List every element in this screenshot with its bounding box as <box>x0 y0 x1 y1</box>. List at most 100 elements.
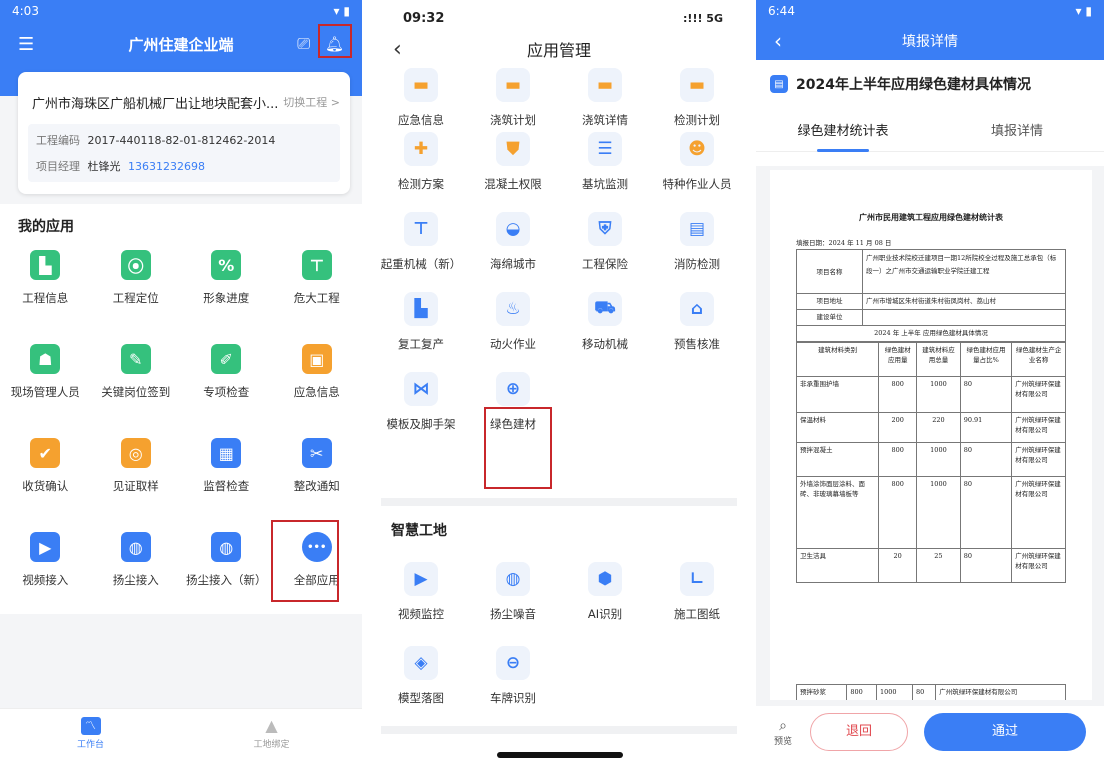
tool-icon: ✂ <box>301 438 332 468</box>
doc-cell: 预拌砂浆 <box>795 684 848 700</box>
doc-row: 外墙涂饰面层涂料、面砖、非玻璃幕墙板等 800 1000 80 广州筑绿环保建材有限公司 <box>795 476 1066 549</box>
section-title: 智慧工地 <box>391 523 447 539</box>
app-pour-plan-item[interactable]: ▬ 浇筑计划 <box>467 68 559 132</box>
video-icon: ▶ <box>30 532 61 562</box>
app-emergency-item[interactable]: ▬ 应急信息 <box>375 68 467 132</box>
page-title: 广州住建企业端 <box>128 35 234 54</box>
insurance-icon: ⛨ <box>588 212 622 246</box>
app-worker-item[interactable]: ☻ 特种作业人员 <box>651 132 743 212</box>
doc-cell: 25 <box>916 548 961 583</box>
app-video-item[interactable]: ▶ 视频监控 <box>375 562 467 646</box>
screen-report-detail: 6:44 ▾ ▮ ‹ 填报详情 ▤ 2024年上半年应用绿色建材具体情况 绿色建… <box>756 0 1104 758</box>
back-icon[interactable]: ‹ <box>774 29 782 53</box>
app-video-item[interactable]: ▶ 视频接入 <box>0 532 91 626</box>
dust-icon: ◍ <box>496 562 530 596</box>
app-scaffold-item[interactable]: ⋈ 模板及脚手架 <box>375 372 467 452</box>
app-label: 特种作业人员 <box>662 177 732 191</box>
app-dust-item[interactable]: ◍ 扬尘噪音 <box>467 562 559 646</box>
doc-last-row: 预拌砂浆 800 1000 80 广州筑绿环保建材有限公司 <box>795 684 1066 700</box>
doc-cell: 80 <box>959 548 1013 583</box>
app-test-plan-item[interactable]: ▬ 检测计划 <box>651 68 743 132</box>
app-fire-check-item[interactable]: ▤ 消防检测 <box>651 212 743 292</box>
app-shield-item[interactable]: ⛊ 混凝土权限 <box>467 132 559 212</box>
battery-icon: ▾ ▮ <box>1075 4 1092 18</box>
manager-phone[interactable]: 13631232698 <box>128 160 205 173</box>
preview-button[interactable]: ⌕ 预览 <box>756 718 810 747</box>
address-value: 广州市增城区朱村街道朱村街凤岗村、荔山村 <box>862 293 1066 310</box>
approve-button[interactable]: 通过 <box>924 713 1086 751</box>
app-progress-item[interactable]: % 形象进度 <box>181 250 272 344</box>
signal-icon: :!!! 5G <box>683 11 723 25</box>
app-staff-item[interactable]: ☗ 现场管理人员 <box>0 344 91 438</box>
app-box-item[interactable]: ▣ 应急信息 <box>272 344 363 438</box>
tab-workbench[interactable]: 〽 工作台 <box>0 709 181 758</box>
app-row: ▬ 应急信息 ▬ 浇筑计划 ▬ 浇筑详情 ▬ 检测计划 <box>375 68 743 132</box>
fire-check-icon: ▤ <box>680 212 714 246</box>
shield-icon: ⛊ <box>496 132 530 166</box>
app-scheme-item[interactable]: ✚ 检测方案 <box>375 132 467 212</box>
app-row: ▙ 工程信息 ⦿ 工程定位% 形象进度 ⊤ 危大工程 <box>0 250 362 344</box>
scheme-icon: ✚ <box>404 132 438 166</box>
document-viewer[interactable]: 广州市民用建筑工程应用绿色建材统计表 填报日期：2024 年 11 月 08 日… <box>756 166 1104 706</box>
app-checkin-item[interactable]: ✎ 关键岗位签到 <box>91 344 182 438</box>
app-map-check-item[interactable]: ▦ 监督检查 <box>181 438 272 532</box>
app-home-item[interactable]: ⌂ 预售核准 <box>651 292 743 372</box>
app-fire-item[interactable]: ♨ 动火作业 <box>467 292 559 372</box>
doc-cell: 200 <box>878 412 918 443</box>
project-card[interactable]: 广州市海珠区广船机械厂出让地块配套小... 切换工程 > 工程编码 2017-4… <box>18 72 350 194</box>
app-header: ☰ 广州住建企业端 ⎚ 🔔︎ <box>0 22 362 66</box>
tab-site-binding[interactable]: ▲ 工地绑定 <box>181 709 362 758</box>
app-crane-item[interactable]: ⊤ 危大工程 <box>272 250 363 344</box>
chart-icon: 〽 <box>80 717 101 735</box>
empty-cell <box>559 646 651 730</box>
doc-cell: 广州筑绿环保建材有限公司 <box>1011 442 1066 477</box>
tab-details[interactable]: 填报详情 <box>930 108 1104 152</box>
staff-icon: ☗ <box>30 344 61 374</box>
app-label: 专项检查 <box>203 385 250 399</box>
app-edit-item[interactable]: ✐ 专项检查 <box>181 344 272 438</box>
app-list-item[interactable]: ☰ 基坑监测 <box>559 132 651 212</box>
status-bar: 09:32 :!!! 5G <box>375 0 743 30</box>
app-label: 收货确认 <box>22 479 69 493</box>
app-tool-item[interactable]: ✂ 整改通知 <box>272 438 363 532</box>
app-plate-item[interactable]: ⊖ 车牌识别 <box>467 646 559 730</box>
doc-title: 广州市民用建筑工程应用绿色建材统计表 <box>859 212 1003 222</box>
home-indicator <box>497 752 623 758</box>
app-pour-detail-item[interactable]: ▬ 浇筑详情 <box>559 68 651 132</box>
doc-row: 卫生洁具 20 25 80 广州筑绿环保建材有限公司 <box>795 548 1066 583</box>
app-drawing-item[interactable]: ∟ 施工图纸 <box>651 562 743 646</box>
app-label: 工程定位 <box>112 291 159 305</box>
app-building-item[interactable]: ▙ 工程信息 <box>0 250 91 344</box>
app-label: 基坑监测 <box>582 177 628 191</box>
tab-details-label: 填报详情 <box>990 123 1043 139</box>
drawing-icon: ∟ <box>680 562 714 596</box>
app-model-item[interactable]: ◈ 模型落图 <box>375 646 467 730</box>
tab-statistics[interactable]: 绿色建材统计表 <box>756 108 930 152</box>
back-icon[interactable]: ‹ <box>393 37 402 62</box>
app-water-item[interactable]: ◒ 海绵城市 <box>467 212 559 292</box>
app-ai-item[interactable]: ⬢ AI识别 <box>559 562 651 646</box>
green-material-icon: ⊕ <box>496 372 530 406</box>
app-resume-item[interactable]: ▙ 复工复产 <box>375 292 467 372</box>
switch-project-link[interactable]: 切换工程 > <box>283 94 340 110</box>
page-title: 应用管理 <box>526 41 591 60</box>
doc-cell: 20 <box>878 548 918 583</box>
reject-button[interactable]: 退回 <box>810 713 908 751</box>
screen-app-management: 09:32 :!!! 5G ‹ 应用管理 ▬ 应急信息 ▬ 浇筑计划 ▬ 浇筑详情 ▬ 检测计… <box>375 0 743 758</box>
app-row: ✚ 检测方案 ⛊ 混凝土权限 ☰ 基坑监测 ☻ 特种作业人员 <box>375 132 743 212</box>
app-truck-item[interactable]: ⛟ 移动机械 <box>559 292 651 372</box>
app-dust-item[interactable]: ◍ 扬尘接入（新） <box>181 532 272 626</box>
app-location-pin-item[interactable]: ⦿ 工程定位 <box>91 250 182 344</box>
bottom-tabbar: 〽 工作台 ▲ 工地绑定 <box>0 708 362 758</box>
app-check-item[interactable]: ✔ 收货确认 <box>0 438 91 532</box>
scan-icon[interactable]: ⎚ <box>297 34 310 54</box>
status-bar: 4:03 ▾ ▮ <box>0 0 362 22</box>
app-magnifier-item[interactable]: ◎ 见证取样 <box>91 438 182 532</box>
manager-name: 杜锋光 <box>87 160 121 173</box>
address-label: 项目地址 <box>796 293 863 310</box>
menu-icon[interactable]: ☰ <box>18 34 34 55</box>
app-insurance-item[interactable]: ⛨ 工程保险 <box>559 212 651 292</box>
app-dust-item[interactable]: ◍ 扬尘接入 <box>91 532 182 626</box>
app-crane-item[interactable]: ⊤ 起重机械（新） <box>375 212 467 292</box>
doc-row: 保温材料 200 220 90.91 广州筑绿环保建材有限公司 <box>795 412 1066 443</box>
